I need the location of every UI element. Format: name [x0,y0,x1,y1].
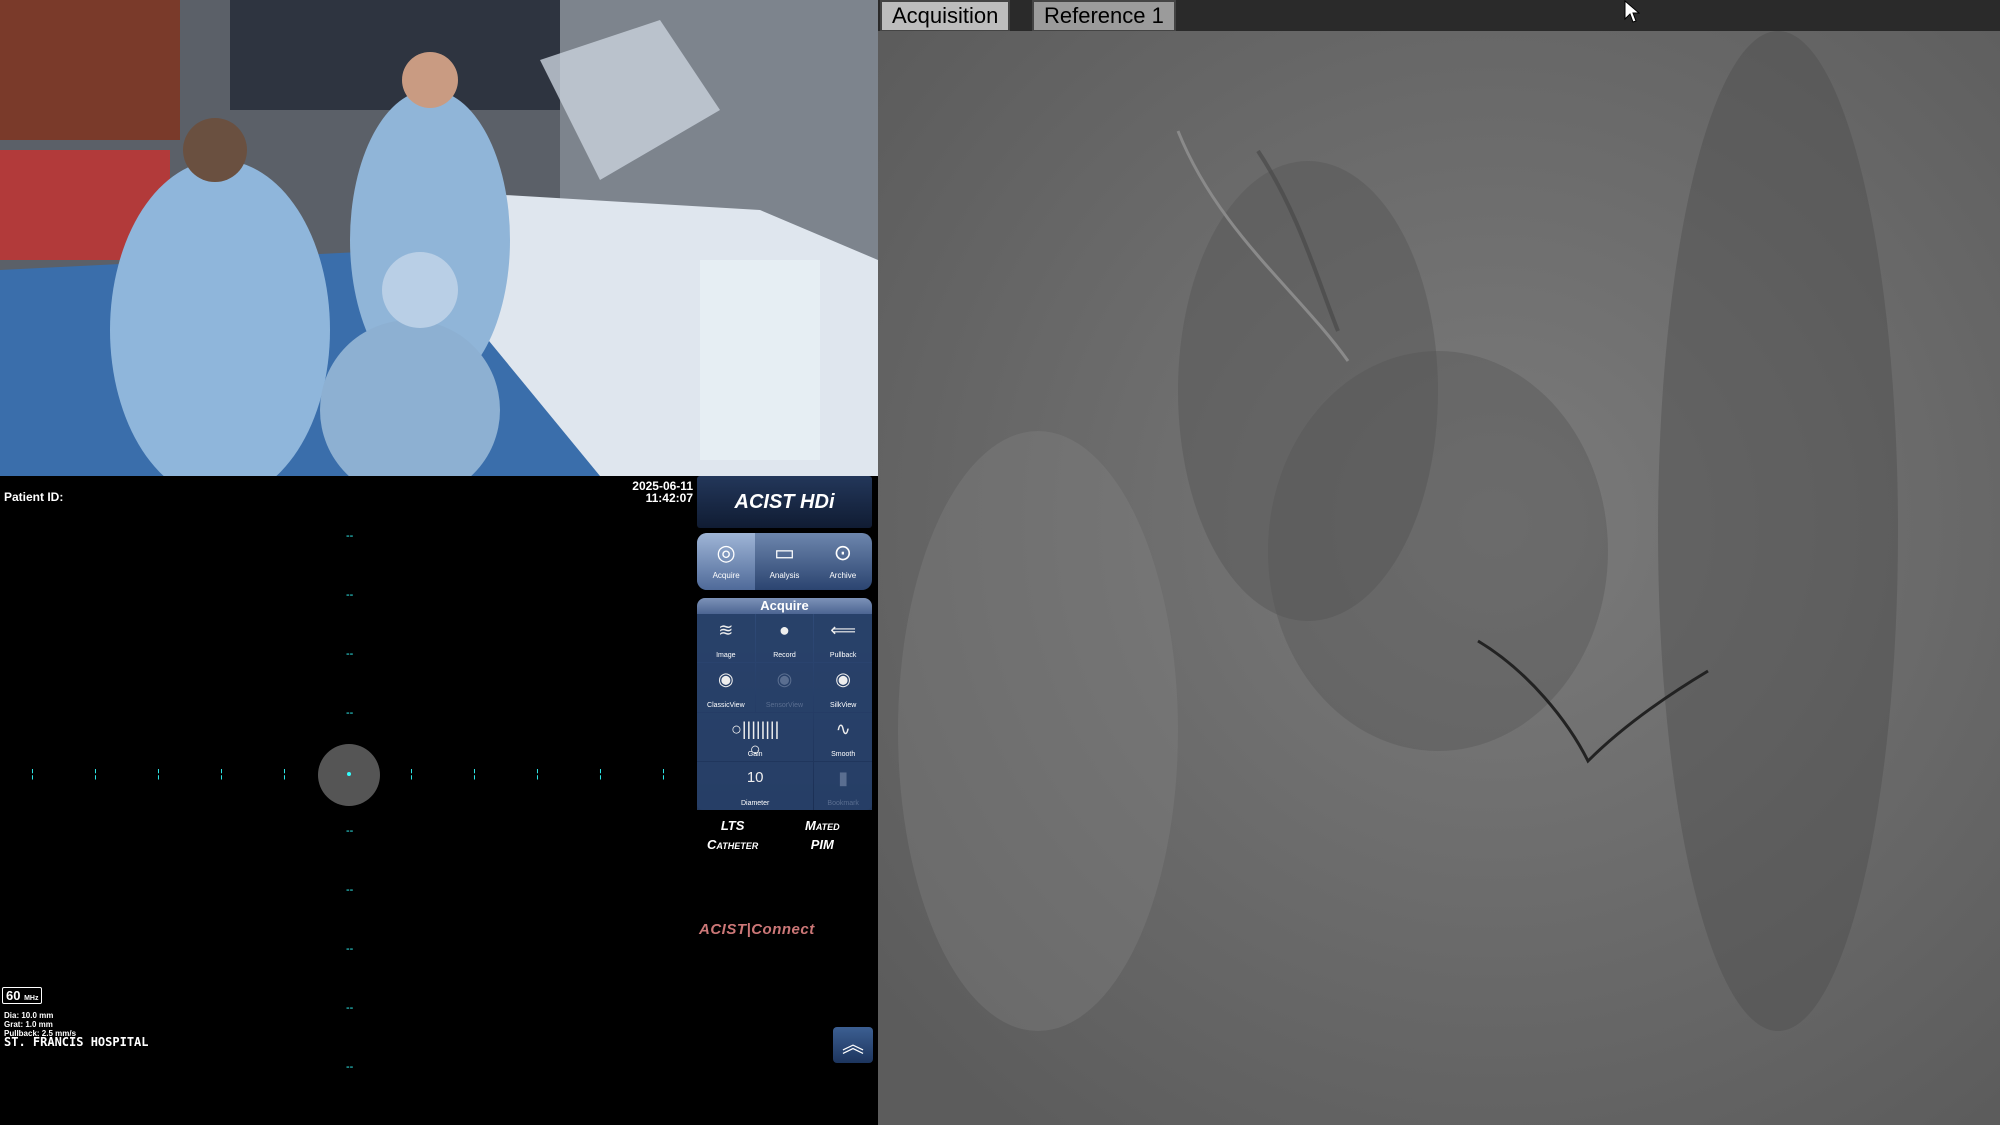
target-icon: ◎ [716,540,736,565]
hospital-name: ST. FRANCIS HOSPITAL [4,1035,149,1049]
frequency-unit: MHz [24,995,39,1002]
scale-tick: ¦ [410,768,413,780]
gain-slider[interactable]: ○||||||||○ Gain [697,712,814,761]
angiography-image [878,31,2000,1125]
scale-tick: -- [346,589,354,601]
datetime: 2025-06-11 11:42:07 [632,480,693,504]
scale-tick: -- [346,884,354,896]
image-label: Image [716,652,736,660]
scale-tick: -- [346,648,354,660]
pullback-label: Pullback [829,652,857,660]
catheter-status-line1: LTS [720,818,745,833]
scale-tick: ¦ [283,768,286,780]
scale-tick: ¦ [94,768,97,780]
scale-tick: -- [346,530,354,542]
sensorview-label: SensorView [765,701,804,709]
acquire-button-grid: ≋ Image ● Record ⟸ Pullback ◉ ClassicVie… [697,614,872,810]
scale-tick: -- [346,825,354,837]
mode-acquire-label: Acquire [712,571,740,580]
silk-view-icon: ◉ [835,669,852,690]
pim-status-line1: Mated [805,818,840,833]
catheter-center-dot [347,772,351,776]
viewer-tab-bar: Acquisition Reference 1 [878,0,2000,32]
pullback-arrow-icon: ⟸ [830,620,857,640]
scale-tick: ¦ [31,768,34,780]
record-label: Record [773,652,796,660]
bookmark-icon: ▮ [838,767,849,788]
ivus-control-panel: ACIST HDi ◎ Acquire ▭ Analysis ⊙ Archive… [697,476,878,1125]
sensorview-button[interactable]: ◉ SensorView [755,663,814,712]
frequency-badge: 60 MHz [2,987,43,1004]
mode-analysis-label: Analysis [769,571,800,580]
silkview-label: SilkView [830,701,857,709]
bookmark-label: Bookmark [827,800,859,807]
diameter-setting: Dia: 10.0 mm [4,1011,54,1020]
scale-tick: ¦ [157,768,160,780]
graticule-setting: Grat: 1.0 mm [4,1020,53,1029]
diameter-label: Diameter [740,800,770,807]
catheter-status-line2: Catheter [707,837,759,852]
time-text: 11:42:07 [645,491,693,505]
silkview-button[interactable]: ◉ SilkView [814,663,872,712]
mouse-cursor-icon [1624,0,1640,23]
classicview-label: ClassicView [707,701,745,709]
mode-acquire-button[interactable]: ◎ Acquire [697,533,756,590]
procedure-room-image [0,0,878,476]
scale-tick: ¦ [599,768,602,780]
classic-view-icon: ◉ [717,669,734,690]
pim-status: Mated PIM [805,816,840,854]
image-button[interactable]: ≋ Image [697,614,755,663]
patient-id-label: Patient ID: [4,490,64,504]
scale-tick: ¦ [473,768,476,780]
classicview-button[interactable]: ◉ ClassicView [697,663,755,712]
pullback-button[interactable]: ⟸ Pullback [814,614,872,663]
diameter-control[interactable]: 10 Diameter [697,761,814,810]
tab-acquisition[interactable]: Acquisition [880,0,1011,32]
mode-bar: ◎ Acquire ▭ Analysis ⊙ Archive [697,533,872,590]
expand-up-button[interactable]: ︽ [833,1027,873,1063]
diameter-value: 10 [746,768,764,786]
chevron-up-icon: ︽ [841,1032,864,1057]
smooth-button[interactable]: ∿ Smooth [814,712,872,761]
pim-status-line2: PIM [810,837,834,852]
ivus-display: Patient ID: 2025-06-11 11:42:07 -- -- --… [0,476,697,1125]
tab-reference-1[interactable]: Reference 1 [1032,0,1176,32]
record-dot-icon: ● [779,620,790,640]
smooth-label: Smooth [831,750,856,758]
scale-tick: -- [346,707,354,719]
smooth-curve-icon: ∿ [835,718,851,739]
acist-hdi-logo: ACIST HDi [697,476,872,528]
acquisition-settings: Dia: 10.0 mm Grat: 1.0 mm Pullback: 2.5 … [4,1011,76,1038]
gain-label: Gain [747,750,763,758]
scale-tick: ¦ [536,768,539,780]
acist-connect-logo: ACIST|Connect [699,921,815,938]
scale-tick: ¦ [220,768,223,780]
frequency-value: 60 [6,988,21,1003]
scale-tick: -- [346,943,354,955]
sensor-view-icon: ◉ [776,669,793,690]
acquire-section-header: Acquire [697,598,872,614]
signal-icon: ≋ [718,620,734,640]
catheter-status: LTS Catheter [707,816,758,854]
mode-analysis-button[interactable]: ▭ Analysis [755,533,813,590]
disc-icon: ⊙ [833,540,853,565]
procedure-video-feed [0,0,878,476]
ruler-icon: ▭ [774,540,795,565]
record-button[interactable]: ● Record [755,614,814,663]
scale-tick: -- [346,1002,354,1014]
mode-archive-label: Archive [829,571,857,580]
bookmark-button[interactable]: ▮ Bookmark [814,761,872,810]
scale-tick: ¦ [662,768,665,780]
mode-archive-button[interactable]: ⊙ Archive [814,533,872,590]
scale-tick: -- [346,1061,354,1073]
angiography-viewer: Acquisition Reference 1 [878,0,2000,1125]
